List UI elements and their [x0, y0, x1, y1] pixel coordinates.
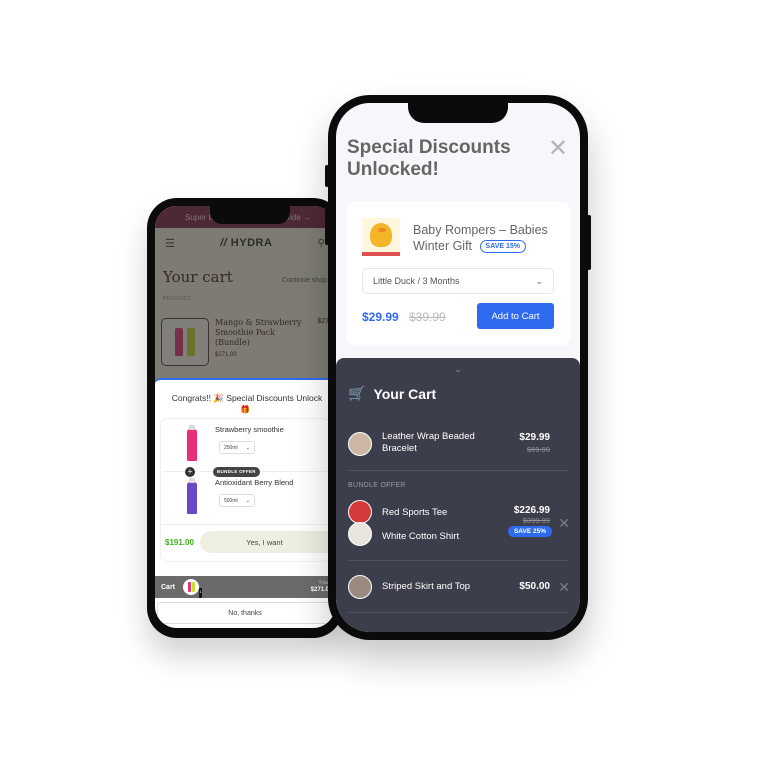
close-icon[interactable]: ✕ — [548, 137, 568, 161]
offer-price: $29.99 — [362, 310, 399, 324]
chevron-down-icon[interactable]: ⌄ — [454, 364, 462, 375]
bundle-item-name: White Cotton Shirt — [382, 531, 460, 542]
offer-compare-price: $39.99 — [409, 310, 446, 324]
cart-icon: 🛒 — [348, 385, 366, 401]
divider — [348, 612, 568, 613]
size-select[interactable]: 250ml ⌄ — [219, 441, 255, 454]
remove-item-icon[interactable]: ✕ — [558, 580, 570, 594]
cart-item-name: Striped Skirt and Top — [382, 581, 471, 592]
divider — [348, 470, 568, 471]
offer-product-name: Baby Rompers – Babies Winter Gift SAVE 1… — [413, 223, 548, 254]
chevron-down-icon: ⌄ — [535, 275, 543, 286]
item-avatar — [348, 575, 372, 599]
gift-icon: 🎁 — [240, 405, 250, 414]
product-image — [362, 218, 400, 256]
cart-count-badge: 1 — [199, 588, 203, 598]
offer-price: $191.00 — [165, 537, 194, 547]
upsell-popup: Congrats!! 🎉 Special Discounts Unlock 🎁 … — [155, 378, 335, 628]
bundle-offer-label: BUNDLE OFFER — [348, 482, 406, 489]
bundle-compare-price: $399.99 — [522, 516, 550, 525]
bundle-item-name: Antioxidant Berry Blend — [215, 478, 294, 487]
save-badge: SAVE 25% — [507, 526, 552, 537]
right-phone: Special Discounts Unlocked! ✕ Baby Rompe… — [325, 95, 591, 640]
phone-side-button — [325, 205, 329, 245]
phone-side-button — [325, 165, 329, 187]
size-select[interactable]: 500ml ⌄ — [219, 494, 255, 507]
accept-offer-button[interactable]: Yes, I want — [199, 531, 329, 553]
bundle-item: Strawberry smoothie 250ml ⌄ — [161, 419, 329, 471]
item-avatar — [348, 432, 372, 456]
popup-title: Congrats!! 🎉 Special Discounts Unlock — [171, 393, 323, 403]
divider — [348, 560, 568, 561]
bottle-icon — [187, 425, 197, 461]
mockup-stage: Super D Wide → ☰ // HYDRA ⚲ Your cart Co… — [0, 0, 768, 768]
chevron-down-icon: ⌄ — [245, 497, 250, 504]
product-image — [169, 425, 215, 461]
right-phone-screen: Special Discounts Unlocked! ✕ Baby Rompe… — [336, 103, 580, 632]
bundle-item-name: Strawberry smoothie — [215, 425, 284, 434]
bundle-item: Antioxidant Berry Blend 500ml ⌄ — [161, 472, 329, 524]
phone-notch — [408, 103, 508, 123]
left-phone: Super D Wide → ☰ // HYDRA ⚲ Your cart Co… — [147, 198, 343, 638]
cart-label: Cart — [161, 583, 176, 591]
decline-offer-button[interactable]: No, thanks — [157, 602, 333, 624]
phone-side-button — [587, 215, 591, 270]
popup-title: Special Discounts Unlocked! — [347, 137, 511, 180]
remove-item-icon[interactable]: ✕ — [558, 516, 570, 530]
bundle-card: Strawberry smoothie 250ml ⌄ + BUNDLE OFF… — [161, 419, 329, 561]
cart-header: 🛒 Your Cart — [348, 385, 436, 402]
cart-total: Total $271.0 — [310, 580, 329, 593]
bundle-price: $226.99 — [513, 505, 550, 516]
cart-summary-bar[interactable]: Cart 1 Total $271.0 — [155, 576, 335, 598]
bundle-item-name: Red Sports Tee — [382, 507, 448, 518]
item-avatar — [348, 500, 372, 524]
cart-drawer: ⌄ 🛒 Your Cart Leather Wrap Beaded Bracel… — [336, 358, 580, 632]
phone-notch — [210, 206, 290, 224]
cart-item-price: $29.99 — [519, 432, 550, 443]
variant-select[interactable]: Little Duck / 3 Months ⌄ — [362, 268, 554, 294]
add-to-cart-button[interactable]: Add to Cart — [477, 303, 554, 329]
cart-item-name: Leather Wrap Beaded Bracelet — [382, 431, 475, 454]
product-image — [169, 478, 215, 514]
offer-cta-row: $191.00 Yes, I want — [161, 524, 329, 561]
save-badge: SAVE 15% — [479, 240, 527, 254]
cart-item-avatar: 1 — [183, 579, 203, 598]
bottle-icon — [187, 478, 197, 514]
duck-romper-icon — [370, 223, 392, 247]
cart-title: Your Cart — [373, 385, 437, 402]
chevron-down-icon: ⌄ — [245, 444, 250, 451]
item-avatar — [348, 522, 372, 546]
cart-item-compare-price: $69.99 — [527, 445, 550, 454]
offer-card: Baby Rompers – Babies Winter Gift SAVE 1… — [346, 202, 570, 345]
cart-item-price: $50.00 — [519, 581, 550, 592]
left-phone-screen: Super D Wide → ☰ // HYDRA ⚲ Your cart Co… — [155, 206, 335, 628]
